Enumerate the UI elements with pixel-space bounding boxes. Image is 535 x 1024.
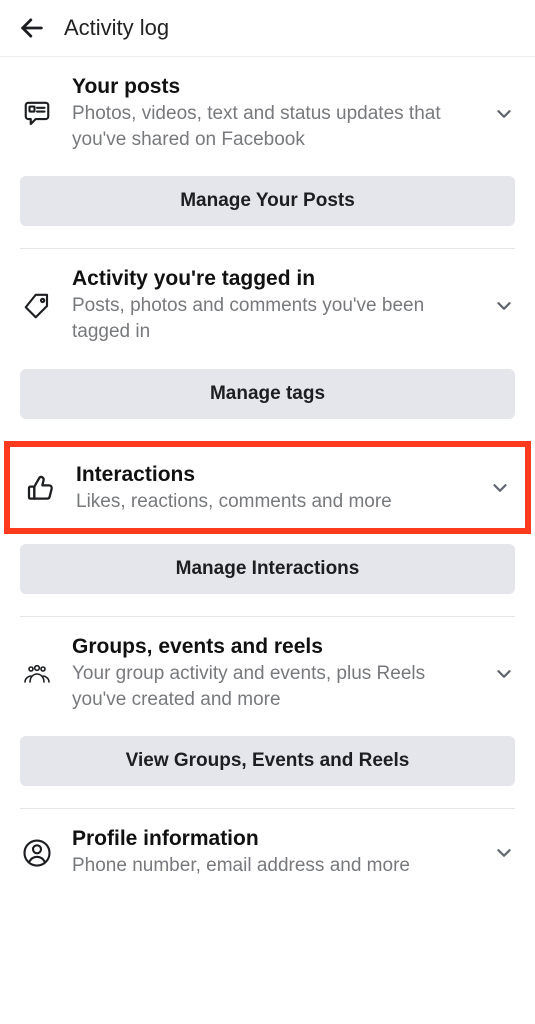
row-text: Interactions Likes, reactions, comments … — [76, 463, 471, 515]
tag-icon — [20, 291, 54, 321]
section-groups: Groups, events and reels Your group acti… — [0, 617, 535, 786]
header: Activity log — [0, 0, 535, 57]
manage-your-posts-button[interactable]: Manage Your Posts — [20, 176, 515, 226]
chevron-down-icon — [493, 103, 515, 125]
chevron-down-icon — [493, 663, 515, 685]
row-text: Your posts Photos, videos, text and stat… — [72, 75, 475, 152]
row-tagged[interactable]: Activity you're tagged in Posts, photos … — [20, 249, 515, 350]
row-title: Your posts — [72, 75, 475, 99]
back-icon[interactable] — [18, 14, 46, 42]
row-subtitle: Phone number, email address and more — [72, 853, 475, 879]
row-groups[interactable]: Groups, events and reels Your group acti… — [20, 617, 515, 718]
row-subtitle: Likes, reactions, comments and more — [76, 489, 471, 515]
chevron-down-icon — [493, 295, 515, 317]
view-groups-button[interactable]: View Groups, Events and Reels — [20, 736, 515, 786]
manage-tags-button[interactable]: Manage tags — [20, 369, 515, 419]
row-text: Activity you're tagged in Posts, photos … — [72, 267, 475, 344]
row-text: Groups, events and reels Your group acti… — [72, 635, 475, 712]
row-subtitle: Your group activity and events, plus Ree… — [72, 661, 475, 712]
row-subtitle: Posts, photos and comments you've been t… — [72, 293, 475, 344]
row-title: Groups, events and reels — [72, 635, 475, 659]
section-tagged: Activity you're tagged in Posts, photos … — [0, 249, 535, 418]
row-your-posts[interactable]: Your posts Photos, videos, text and stat… — [20, 57, 515, 158]
row-subtitle: Photos, videos, text and status updates … — [72, 101, 475, 152]
section-interactions-btn: Manage Interactions — [0, 544, 535, 594]
row-title: Interactions — [76, 463, 471, 487]
manage-interactions-button[interactable]: Manage Interactions — [20, 544, 515, 594]
groups-icon — [20, 659, 54, 689]
row-interactions[interactable]: Interactions Likes, reactions, comments … — [10, 447, 525, 529]
profile-icon — [20, 838, 54, 868]
thumbs-up-icon — [24, 472, 58, 504]
section-profile: Profile information Phone number, email … — [0, 809, 535, 885]
section-your-posts: Your posts Photos, videos, text and stat… — [0, 57, 535, 226]
row-profile[interactable]: Profile information Phone number, email … — [20, 809, 515, 885]
row-title: Profile information — [72, 827, 475, 851]
posts-icon — [20, 99, 54, 129]
row-title: Activity you're tagged in — [72, 267, 475, 291]
chevron-down-icon — [489, 477, 511, 499]
row-text: Profile information Phone number, email … — [72, 827, 475, 879]
highlight-interactions: Interactions Likes, reactions, comments … — [4, 441, 531, 535]
page-title: Activity log — [64, 15, 169, 41]
chevron-down-icon — [493, 842, 515, 864]
